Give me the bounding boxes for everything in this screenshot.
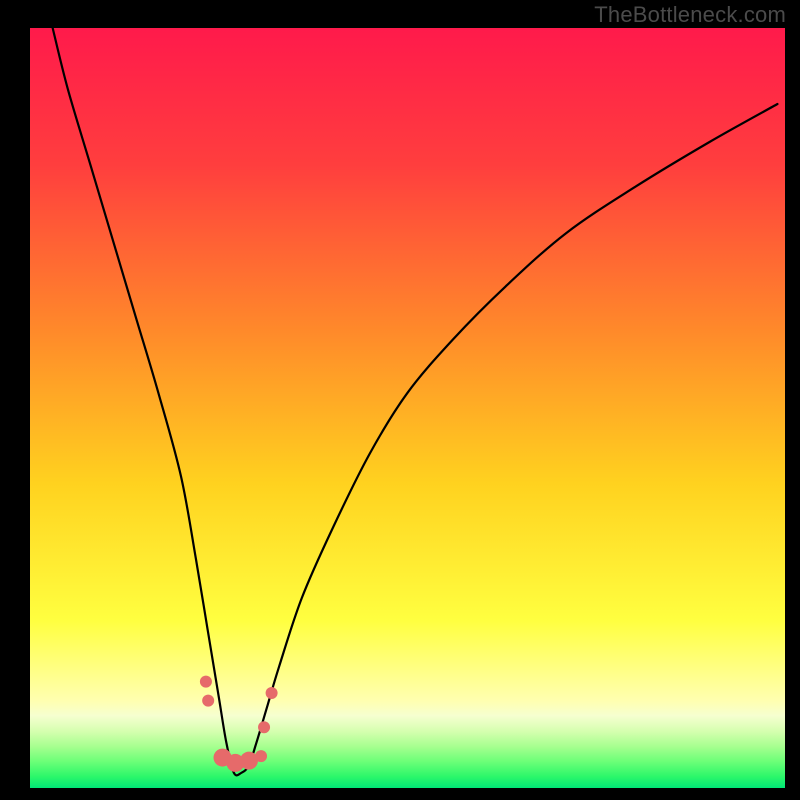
marker-dot: [202, 695, 214, 707]
plot-area: [30, 28, 785, 788]
gradient-bg: [30, 28, 785, 788]
marker-dot: [266, 687, 278, 699]
marker-dot: [258, 721, 270, 733]
marker-dot: [240, 752, 258, 770]
marker-dot: [200, 676, 212, 688]
chart-frame: TheBottleneck.com: [0, 0, 800, 800]
marker-dot: [255, 750, 267, 762]
watermark-text: TheBottleneck.com: [594, 2, 786, 28]
plot-svg: [30, 28, 785, 788]
